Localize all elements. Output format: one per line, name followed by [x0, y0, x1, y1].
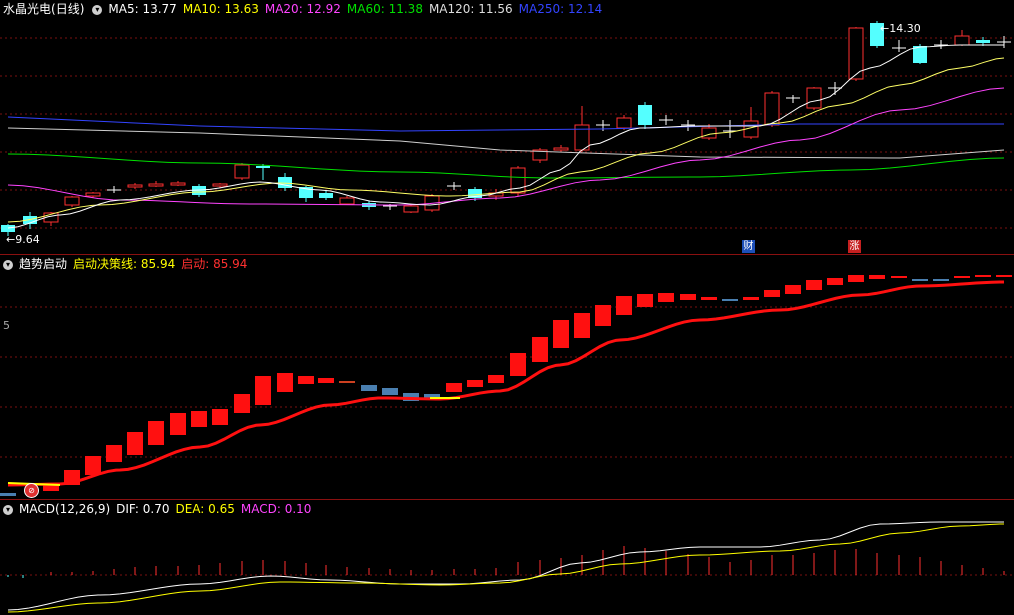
candle-body: [976, 40, 990, 43]
low-price-label: ←9.64: [6, 233, 40, 246]
trend-bar: [785, 285, 801, 294]
candle-body: [806, 87, 822, 109]
candle-body: [638, 105, 652, 125]
start-signal-icon[interactable]: ⊘: [24, 483, 39, 498]
trend-bar: [701, 297, 717, 300]
earnings-tag[interactable]: 财: [742, 240, 755, 253]
trend-bar: [574, 313, 590, 338]
trend-bar: [764, 290, 780, 297]
trend-bar: [680, 294, 696, 300]
trend-bar: [722, 299, 738, 301]
trend-bar: [234, 394, 250, 413]
trend-bar: [869, 275, 885, 279]
candle-body: [553, 147, 569, 151]
trend-bar: [212, 409, 228, 425]
candle-body: [339, 197, 355, 205]
trend-bar: [637, 294, 653, 307]
trend-bar: [954, 276, 970, 278]
limit-up-tag[interactable]: 涨: [848, 240, 861, 253]
candle-body: [1, 225, 15, 232]
candle-body: [85, 192, 101, 197]
trend-bar: [488, 375, 504, 383]
candle-body: [256, 166, 270, 168]
trend-bar: [975, 275, 991, 277]
candle-body: [403, 205, 419, 213]
trend-bar: [298, 376, 314, 384]
candle-body: [234, 164, 250, 179]
candle-body: [170, 182, 186, 186]
high-price-label: ←14.30: [880, 22, 921, 35]
trend-bar: [0, 493, 16, 496]
trend-bar: [446, 383, 462, 392]
trend-bar: [318, 378, 334, 383]
trend-bar: [85, 456, 101, 475]
trend-bar: [382, 388, 398, 395]
trend-bar: [996, 275, 1012, 277]
candle-body: [148, 183, 164, 187]
trend-bar: [827, 278, 843, 285]
trend-bar: [277, 373, 293, 392]
start-line: [7, 280, 1005, 487]
trend-bar: [532, 337, 548, 362]
trend-bar: [933, 279, 949, 281]
candle-body: [319, 193, 333, 198]
trend-bar: [148, 421, 164, 445]
trend-bar: [191, 411, 207, 427]
ma20-line: [7, 87, 1005, 206]
trend-bar: [170, 413, 186, 435]
trend-bar: [339, 381, 355, 383]
trend-bar: [361, 385, 377, 391]
trend-bar: [553, 320, 569, 348]
trend-bar: [467, 380, 483, 387]
macd-panel: ▾ MACD(12,26,9) DIF: 0.70 DEA: 0.65 MACD: 0.…: [0, 500, 1014, 615]
ma120-line: [7, 127, 1005, 159]
trend-bar: [806, 280, 822, 290]
price-panel: 水晶光电(日线) ▾ MA5: 13.77 MA10: 13.63 MA20: 12.9…: [0, 0, 1014, 255]
candlestick-chart[interactable]: [0, 0, 1014, 255]
trend-bar: [616, 296, 632, 315]
trend-indicator-chart[interactable]: [0, 255, 1014, 499]
trend-bar: [743, 297, 759, 300]
trend-bar: [912, 279, 928, 281]
trend-bar: [658, 293, 674, 302]
candle-body: [954, 35, 970, 46]
trend-bar: [848, 275, 864, 282]
trend-bar: [510, 353, 526, 376]
trend-bar: [106, 445, 122, 462]
dea-line: [7, 523, 1005, 613]
candle-body: [64, 196, 80, 206]
candle-body: [616, 117, 632, 129]
trend-bar: [127, 432, 143, 455]
macd-chart[interactable]: [0, 500, 1014, 615]
trend-bar: [595, 305, 611, 326]
trend-bar: [891, 276, 907, 278]
ma250-line: [7, 116, 1004, 132]
trend-indicator-panel: ▾ 趋势启动 启动决策线: 85.94 启动: 85.94 5 ⊘: [0, 255, 1014, 499]
dif-line: [7, 521, 1004, 611]
candle-body: [701, 127, 717, 139]
trend-bar: [255, 376, 271, 405]
candle-body: [127, 184, 143, 188]
trend-bar: [43, 485, 59, 491]
candle-body: [212, 183, 228, 187]
